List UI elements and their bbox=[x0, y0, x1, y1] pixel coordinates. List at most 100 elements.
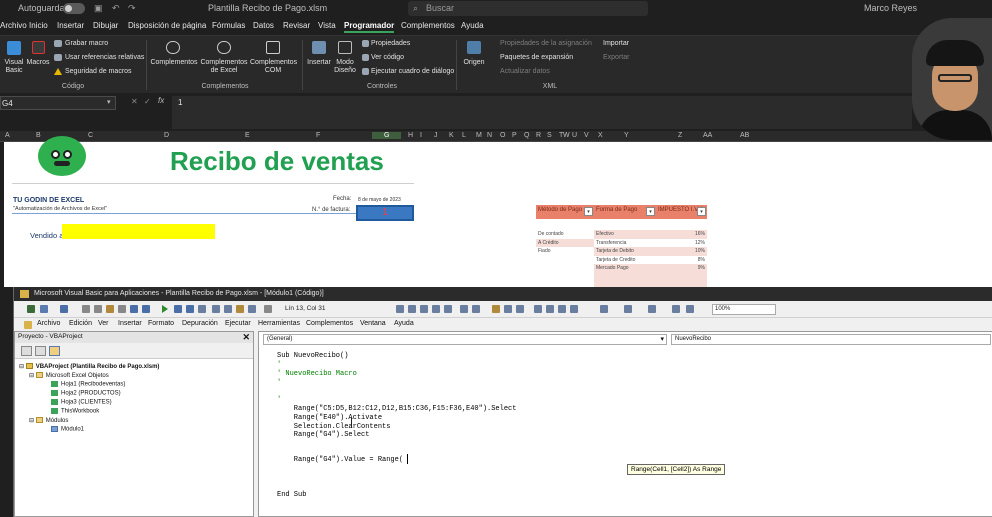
copy-icon[interactable] bbox=[94, 305, 102, 313]
list-properties-icon[interactable] bbox=[396, 305, 404, 313]
column-header-aa[interactable]: AA bbox=[703, 132, 712, 139]
column-header-r[interactable]: R bbox=[536, 132, 541, 139]
vba-menu-icon[interactable] bbox=[24, 321, 32, 329]
chevron-down-icon[interactable]: ▾ bbox=[660, 335, 664, 343]
indent-icon[interactable] bbox=[460, 305, 468, 313]
menu-programador[interactable]: Programador bbox=[344, 21, 395, 33]
vba-menu-archivo[interactable]: Archivo bbox=[37, 320, 60, 327]
payment-method-header[interactable]: Método de Pago ▾ bbox=[536, 205, 594, 219]
column-header-s[interactable]: S bbox=[547, 132, 552, 139]
group-icon[interactable] bbox=[672, 305, 680, 313]
column-header-i[interactable]: I bbox=[420, 132, 422, 139]
undo-icon[interactable] bbox=[130, 305, 138, 313]
clear-bookmarks-icon[interactable] bbox=[570, 305, 578, 313]
vba-menu-ayuda[interactable]: Ayuda bbox=[394, 320, 414, 327]
tree-item-sheet2[interactable]: Hoja2 (PRODUCTOS) bbox=[51, 390, 121, 397]
column-header-n[interactable]: N bbox=[487, 132, 492, 139]
menu-revisar[interactable]: Revisar bbox=[283, 21, 310, 30]
payment-form-item[interactable]: Tarjeta de Debito bbox=[594, 247, 656, 256]
map-properties-button[interactable]: Propiedades de la asignación bbox=[500, 40, 592, 48]
properties-button[interactable]: Propiedades bbox=[371, 40, 410, 48]
relative-references-button[interactable]: Usar referencias relativas bbox=[65, 54, 144, 62]
cut-icon[interactable] bbox=[82, 305, 90, 313]
fx-button[interactable]: fx bbox=[158, 96, 164, 105]
payment-method-item[interactable]: De contado bbox=[536, 230, 594, 239]
name-box[interactable]: G4 bbox=[0, 96, 116, 110]
column-header-o[interactable]: O bbox=[500, 132, 505, 139]
order-icon[interactable] bbox=[686, 305, 694, 313]
outdent-icon[interactable] bbox=[472, 305, 480, 313]
column-header-b[interactable]: B bbox=[36, 132, 41, 139]
run-dialog-button[interactable]: Ejecutar cuadro de diálogo bbox=[371, 68, 454, 76]
payment-form-item[interactable]: Efectivo bbox=[594, 230, 656, 239]
size-icon[interactable] bbox=[648, 305, 656, 313]
column-header-q[interactable]: Q bbox=[524, 132, 529, 139]
help-icon[interactable] bbox=[264, 305, 272, 313]
properties-window-icon[interactable] bbox=[224, 305, 232, 313]
column-header-ab[interactable]: AB bbox=[740, 132, 749, 139]
zoom-select[interactable]: 100% bbox=[712, 304, 776, 315]
quick-info-icon[interactable] bbox=[420, 305, 428, 313]
redo-icon[interactable] bbox=[142, 305, 150, 313]
tax-value[interactable]: 9% bbox=[656, 264, 707, 273]
vba-menu-ventana[interactable]: Ventana bbox=[360, 320, 386, 327]
view-code-button[interactable]: Ver código bbox=[371, 54, 404, 62]
tax-value[interactable]: 10% bbox=[656, 247, 707, 256]
list-constants-icon[interactable] bbox=[408, 305, 416, 313]
object-combo[interactable]: (General) ▾ bbox=[263, 334, 667, 345]
column-header-y[interactable]: Y bbox=[624, 132, 629, 139]
filter-dropdown-icon[interactable]: ▾ bbox=[646, 207, 655, 216]
menu-ayuda[interactable]: Ayuda bbox=[461, 21, 484, 30]
object-browser-icon[interactable] bbox=[236, 305, 244, 313]
parameter-info-icon[interactable] bbox=[432, 305, 440, 313]
complete-word-icon[interactable] bbox=[444, 305, 452, 313]
tree-item-excel-objects[interactable]: ⊟ Microsoft Excel Objetos bbox=[29, 372, 109, 379]
paste-icon[interactable] bbox=[106, 305, 114, 313]
vba-menu-insertar[interactable]: Insertar bbox=[118, 320, 142, 327]
column-header-f[interactable]: F bbox=[316, 132, 320, 139]
toolbox-icon[interactable] bbox=[248, 305, 256, 313]
payment-form-item[interactable]: Transferencia bbox=[594, 239, 656, 248]
column-header-c[interactable]: C bbox=[88, 132, 93, 139]
close-icon[interactable]: ✕ bbox=[242, 332, 250, 343]
column-header-g[interactable]: G bbox=[372, 132, 402, 139]
tax-value[interactable]: 8% bbox=[656, 256, 707, 265]
tax-header[interactable]: IMPUESTO I.V.A ▾ bbox=[656, 205, 707, 219]
insert-control-button[interactable]: Insertar bbox=[305, 59, 333, 67]
insert-module-icon[interactable] bbox=[40, 305, 48, 313]
align-icon[interactable] bbox=[600, 305, 608, 313]
column-header-m[interactable]: M bbox=[476, 132, 482, 139]
redo-icon[interactable]: ↷ bbox=[128, 3, 136, 14]
user-name[interactable]: Marco Reyes bbox=[864, 3, 917, 13]
payment-method-item[interactable]: A Crédito bbox=[536, 238, 594, 247]
vba-menu-complementos[interactable]: Complementos bbox=[306, 320, 353, 327]
column-header-z[interactable]: Z bbox=[678, 132, 682, 139]
column-header-v[interactable]: V bbox=[584, 132, 589, 139]
excel-addins-button[interactable]: Complementos de Excel bbox=[200, 59, 248, 75]
macros-button[interactable]: Macros bbox=[26, 59, 50, 67]
column-header-a[interactable]: A bbox=[5, 132, 10, 139]
vba-menu-ver[interactable]: Ver bbox=[98, 320, 109, 327]
payment-method-item[interactable]: Fiado bbox=[536, 247, 594, 256]
payment-form-header[interactable]: Forma de Pago ▾ bbox=[594, 205, 656, 219]
sold-to-cell[interactable] bbox=[62, 224, 215, 239]
column-header-p[interactable]: P bbox=[512, 132, 517, 139]
undo-icon[interactable]: ↶ bbox=[112, 3, 120, 14]
view-code-icon[interactable] bbox=[21, 346, 32, 356]
toggle-folders-icon[interactable] bbox=[49, 346, 60, 356]
import-button[interactable]: Importar bbox=[603, 40, 629, 48]
bookmark-icon[interactable] bbox=[534, 305, 542, 313]
view-excel-icon[interactable] bbox=[27, 305, 35, 313]
stop-icon[interactable] bbox=[186, 305, 194, 313]
cancel-icon[interactable]: ✕ bbox=[131, 97, 138, 106]
vba-menu-herramientas[interactable]: Herramientas bbox=[258, 320, 300, 327]
tree-item-module1[interactable]: Módulo1 bbox=[51, 426, 84, 433]
visual-basic-button[interactable]: Visual Basic bbox=[0, 59, 28, 75]
column-header-x[interactable]: X bbox=[598, 132, 603, 139]
save-icon[interactable] bbox=[60, 305, 68, 313]
payment-form-item[interactable]: Tarjeta de Credito bbox=[594, 256, 656, 265]
autosave-toggle[interactable] bbox=[63, 3, 85, 14]
search-box[interactable]: ⌕ Buscar bbox=[408, 1, 648, 16]
tax-value[interactable]: 12% bbox=[656, 239, 707, 248]
menu-archivo[interactable]: Archivo bbox=[0, 21, 27, 30]
